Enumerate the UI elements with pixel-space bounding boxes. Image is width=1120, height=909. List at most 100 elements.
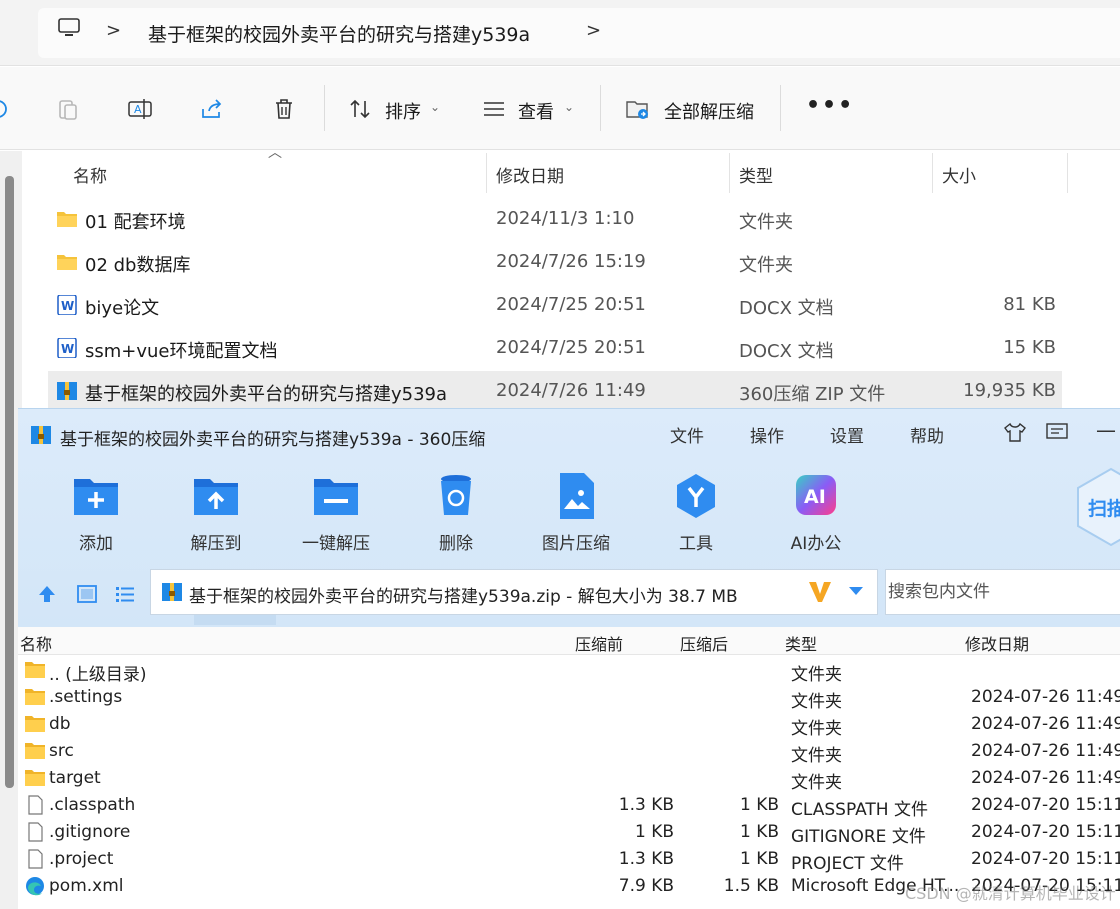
zip-entry-name: src (49, 741, 74, 761)
share-icon[interactable] (200, 97, 224, 121)
column-header-size[interactable]: 大小 (942, 162, 976, 187)
sort-button[interactable]: 排序 (385, 98, 421, 124)
zip-entry-type: 文件夹 (791, 665, 842, 685)
folder-icon (25, 770, 45, 786)
zip-entry-row[interactable]: src 文件夹 2024-07-26 11:49 (18, 738, 1120, 766)
zip-entry-row[interactable]: .. (上级目录) 文件夹 (18, 657, 1120, 685)
zip-entry-name: .. (上级目录) (49, 665, 147, 685)
zip-entry-row[interactable]: .classpath 1.3 KB 1 KB CLASSPATH 文件 2024… (18, 792, 1120, 820)
image-compress-icon (560, 473, 594, 519)
svg-text:W: W (61, 342, 74, 356)
cut-icon[interactable] (0, 97, 10, 121)
sort-icon[interactable] (348, 97, 372, 121)
delete-icon[interactable] (272, 97, 296, 121)
breadcrumb-current-folder[interactable]: 基于框架的校园外卖平台的研究与搭建y539a (148, 20, 530, 47)
zip-entry-type: CLASSPATH 文件 (791, 800, 928, 820)
zip-list-header: 名称 压缩前 压缩后 类型 修改日期 (18, 627, 1120, 655)
word-doc-icon: W (57, 295, 77, 315)
file-row[interactable]: W ssm+vue环境配置文档 2024/7/25 20:51 DOCX 文档 … (48, 328, 1062, 368)
list-view-icon[interactable] (114, 583, 136, 605)
zip-window-title: 基于框架的校园外卖平台的研究与搭建y539a - 360压缩 (60, 430, 486, 450)
file-name: 基于框架的校园外卖平台的研究与搭建y539a (85, 384, 448, 405)
column-divider[interactable] (486, 153, 487, 193)
menu-file[interactable]: 文件 (670, 422, 704, 447)
zip-entry-type: 文件夹 (791, 773, 842, 793)
zip-search-field[interactable] (885, 569, 1120, 615)
up-level-icon[interactable] (36, 583, 58, 605)
more-options-button[interactable]: ••• (806, 93, 854, 118)
file-row[interactable]: W biye论文 2024/7/25 20:51 DOCX 文档 81 KB (48, 285, 1062, 325)
menu-help[interactable]: 帮助 (910, 422, 944, 447)
sort-chevron-down-icon[interactable]: ⌄ (430, 100, 440, 114)
scan-badge-icon[interactable]: 扫描 (1076, 467, 1120, 547)
skin-shirt-icon[interactable] (1004, 422, 1026, 442)
delete-label: 删除 (439, 534, 473, 554)
zip-column-after[interactable]: 压缩后 (680, 631, 728, 655)
breadcrumb-separator[interactable]: > (106, 20, 121, 41)
zip-entry-row[interactable]: db 文件夹 2024-07-26 11:49 (18, 711, 1120, 739)
column-divider[interactable] (729, 153, 730, 193)
minimize-button[interactable]: — (1096, 418, 1116, 442)
zip-entry-modified: 2024-07-26 11:49 (971, 687, 1120, 707)
feedback-icon[interactable] (1046, 422, 1068, 442)
view-icon[interactable] (482, 97, 506, 121)
svg-text:AI: AI (804, 486, 826, 508)
one-click-extract-button[interactable]: 一键解压 (281, 473, 391, 554)
tools-button[interactable]: 工具 (641, 473, 751, 554)
zip-entry-type: 文件夹 (791, 692, 842, 712)
extract-to-icon (194, 479, 238, 515)
folder-icon (57, 212, 77, 227)
zip-search-input[interactable] (886, 570, 1120, 614)
view-chevron-down-icon[interactable]: ⌄ (564, 100, 574, 114)
vip-v-icon[interactable] (807, 580, 833, 604)
zip-entry-row[interactable]: .gitignore 1 KB 1 KB GITIGNORE 文件 2024-0… (18, 819, 1120, 847)
breadcrumb-expand-chevron[interactable]: > (586, 20, 601, 41)
zip-archive-icon (57, 382, 77, 400)
zip-path-field[interactable]: 基于框架的校园外卖平台的研究与搭建y539a.zip - 解包大小为 38.7 … (150, 569, 878, 615)
thumbnail-view-icon[interactable] (76, 583, 98, 605)
file-name: 02 db数据库 (85, 255, 191, 276)
paste-icon[interactable] (56, 97, 80, 121)
zip-column-name[interactable]: 名称 (20, 631, 52, 655)
file-size: 15 KB (1003, 337, 1056, 358)
file-icon (28, 822, 43, 842)
path-dropdown-icon[interactable] (847, 582, 865, 600)
add-icon (74, 479, 118, 515)
delete-button[interactable]: 删除 (401, 473, 511, 554)
zip-column-before[interactable]: 压缩前 (575, 631, 623, 655)
folder-icon (57, 255, 77, 270)
one-click-extract-icon (314, 479, 358, 515)
zip-column-modified[interactable]: 修改日期 (965, 631, 1029, 655)
extract-all-button[interactable]: 全部解压缩 (664, 98, 754, 124)
this-pc-icon[interactable] (58, 18, 80, 38)
horizontal-scroll-thumb[interactable] (194, 615, 276, 625)
column-header-type[interactable]: 类型 (739, 162, 773, 187)
file-row[interactable]: 01 配套环境 2024/11/3 1:10 文件夹 (48, 199, 1062, 239)
zip-entry-name: pom.xml (49, 876, 124, 896)
add-label: 添加 (79, 534, 113, 554)
navigation-scrollbar[interactable] (5, 176, 14, 788)
column-header-name[interactable]: 名称 (73, 162, 107, 187)
zip-entry-row[interactable]: .settings 文件夹 2024-07-26 11:49 (18, 684, 1120, 712)
file-type: DOCX 文档 (739, 341, 834, 362)
menu-operation[interactable]: 操作 (750, 422, 784, 447)
column-divider[interactable] (1067, 153, 1068, 193)
view-button[interactable]: 查看 (518, 98, 554, 124)
extract-all-icon[interactable] (626, 97, 650, 121)
column-header-modified[interactable]: 修改日期 (496, 162, 564, 187)
image-compress-button[interactable]: 图片压缩 (521, 473, 631, 554)
zip-entry-row[interactable]: target 文件夹 2024-07-26 11:49 (18, 765, 1120, 793)
rename-icon[interactable]: A (128, 97, 152, 121)
extract-to-label: 解压到 (190, 534, 242, 554)
zip-entry-modified: 2024-07-26 11:49 (971, 714, 1120, 734)
add-button[interactable]: 添加 (41, 473, 151, 554)
ai-office-button[interactable]: AI AI办公 (761, 473, 871, 554)
extract-to-button[interactable]: 解压到 (161, 473, 271, 554)
menu-settings[interactable]: 设置 (830, 422, 864, 447)
zip-address-row: 基于框架的校园外卖平台的研究与搭建y539a.zip - 解包大小为 38.7 … (18, 569, 1120, 625)
file-row-selected[interactable]: 基于框架的校园外卖平台的研究与搭建y539a 2024/7/26 11:49 3… (48, 371, 1062, 411)
column-divider[interactable] (932, 153, 933, 193)
zip-entry-row[interactable]: .project 1.3 KB 1 KB PROJECT 文件 2024-07-… (18, 846, 1120, 874)
file-row[interactable]: 02 db数据库 2024/7/26 15:19 文件夹 (48, 242, 1062, 282)
zip-column-type[interactable]: 类型 (785, 631, 817, 655)
